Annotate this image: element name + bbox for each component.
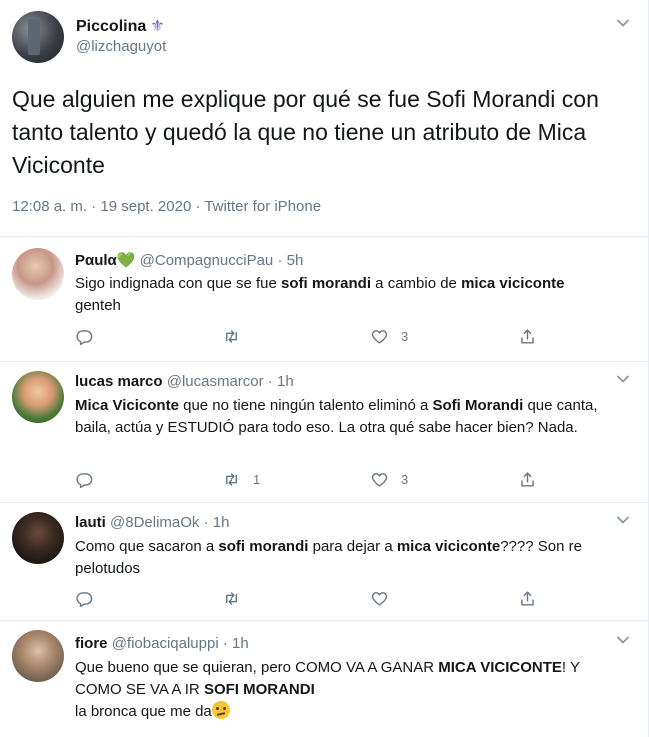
handle[interactable]: @lizchaguyot: [76, 38, 166, 55]
avatar[interactable]: [12, 630, 64, 682]
separator: ·: [222, 635, 228, 652]
handle[interactable]: @fiobaciqaluppi: [112, 635, 219, 652]
retweet-button[interactable]: [222, 588, 241, 608]
reply-icon: [76, 472, 93, 488]
action-bar: 1 3: [75, 469, 555, 489]
tweet-text: Que alguien me explique por qué se fue S…: [12, 86, 599, 178]
retweet-button[interactable]: 1: [222, 469, 260, 489]
display-name[interactable]: lauti: [75, 514, 106, 531]
display-name[interactable]: Pαulα: [75, 252, 117, 269]
reply-button[interactable]: [75, 326, 94, 346]
retweet-icon: [226, 329, 237, 343]
timestamp[interactable]: 1h: [277, 373, 294, 390]
main-tweet: Piccolina ⚜ @lizchaguyot Que alguien me e…: [0, 0, 649, 237]
chevron-down-icon[interactable]: [616, 16, 630, 30]
reply-text: Como que sacaron a sofi morandi para dej…: [75, 538, 582, 577]
share-button[interactable]: [518, 588, 537, 608]
reply-header: fiore @fiobaciqaluppi · 1h: [75, 635, 249, 652]
retweet-icon: [226, 472, 237, 486]
action-bar: [75, 588, 555, 608]
fleur-de-lis-icon: ⚜: [150, 18, 165, 35]
chevron-down-icon[interactable]: [616, 372, 630, 386]
reply-text: Que bueno que se quieran, pero COMO VA A…: [75, 659, 580, 720]
display-name[interactable]: fiore: [75, 635, 108, 652]
heart-icon: [371, 472, 388, 487]
separator: ·: [203, 514, 209, 531]
display-name[interactable]: lucas marco: [75, 373, 163, 390]
reply-text: Sigo indignada con que se fue sofi moran…: [75, 275, 565, 314]
reply-button[interactable]: [75, 588, 94, 608]
thinking-face-icon: [211, 701, 230, 719]
retweet-icon: [226, 591, 237, 605]
separator: ·: [267, 373, 273, 390]
chevron-down-icon[interactable]: [616, 513, 630, 527]
heart-icon: [371, 329, 388, 344]
avatar[interactable]: [12, 512, 64, 564]
action-bar: 3: [75, 326, 555, 346]
like-button[interactable]: 3: [370, 469, 408, 489]
handle[interactable]: @CompagnucciPau: [140, 252, 274, 269]
tweet-meta: 12:08 a. m. · 19 sept. 2020 · Twitter fo…: [12, 198, 322, 215]
timestamp[interactable]: 1h: [232, 635, 249, 652]
reply-text: Mica Viciconte que no tiene ningún talen…: [75, 397, 598, 436]
avatar[interactable]: [12, 248, 64, 300]
retweet-button[interactable]: [222, 326, 241, 346]
reply-header: Pαulα💚 @CompagnucciPau · 5h: [75, 251, 303, 269]
separator: ·: [277, 252, 283, 269]
reply-tweet[interactable]: lauti @8DelimaOk · 1h Como que sacaron a…: [0, 502, 649, 621]
reply-icon: [76, 591, 93, 607]
share-button[interactable]: [518, 326, 537, 346]
share-icon: [521, 328, 534, 344]
share-button[interactable]: [518, 469, 537, 489]
reply-button[interactable]: [75, 469, 94, 489]
timestamp[interactable]: 5h: [287, 252, 304, 269]
like-count: 3: [401, 328, 409, 344]
share-icon: [521, 471, 534, 487]
reply-tweet[interactable]: fiore @fiobaciqaluppi · 1h Que bueno que…: [0, 620, 649, 737]
reply-icon: [76, 329, 93, 345]
tweet-thread: Piccolina ⚜ @lizchaguyot Que alguien me e…: [0, 0, 649, 737]
avatar[interactable]: [12, 371, 64, 423]
like-count: 3: [401, 471, 409, 487]
display-name-text[interactable]: Piccolina: [76, 18, 146, 35]
reply-header: lucas marco @lucasmarcor · 1h: [75, 373, 294, 390]
reply-header: lauti @8DelimaOk · 1h: [75, 514, 229, 531]
chevron-down-icon[interactable]: [616, 633, 630, 647]
avatar[interactable]: [12, 11, 64, 63]
retweet-count: 1: [253, 471, 261, 487]
timestamp[interactable]: 1h: [213, 514, 230, 531]
handle[interactable]: @lucasmarcor: [167, 373, 264, 390]
reply-tweet[interactable]: Pαulα💚 @CompagnucciPau · 5h Sigo indigna…: [0, 236, 649, 362]
reply-tweet[interactable]: lucas marco @lucasmarcor · 1h Mica Vicic…: [0, 361, 649, 503]
handle[interactable]: @8DelimaOk: [110, 514, 199, 531]
share-icon: [521, 590, 534, 606]
green-heart-icon: 💚: [116, 252, 136, 269]
heart-icon: [371, 591, 388, 606]
like-button[interactable]: [370, 588, 389, 608]
display-name[interactable]: Piccolina ⚜: [76, 16, 165, 36]
like-button[interactable]: 3: [370, 326, 408, 346]
